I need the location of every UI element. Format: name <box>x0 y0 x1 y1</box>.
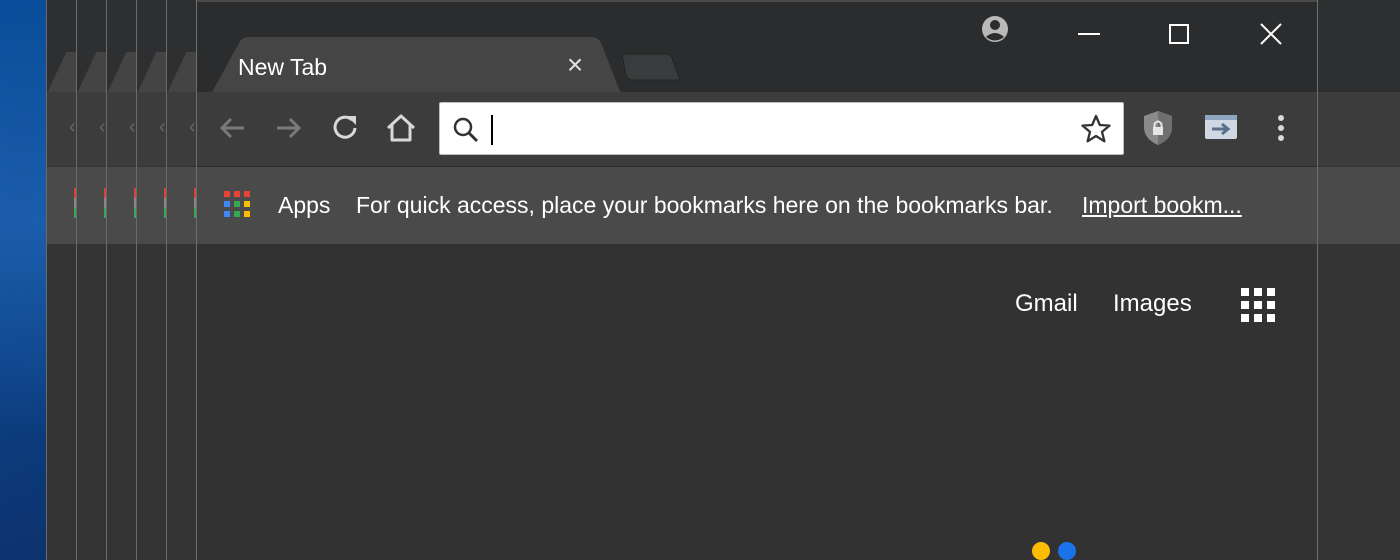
shield-extension-icon[interactable] <box>1139 108 1177 148</box>
bookmarks-bar: Apps For quick access, place your bookma… <box>197 166 1317 244</box>
images-link[interactable]: Images <box>1113 290 1192 318</box>
gmail-link[interactable]: Gmail <box>1015 290 1078 318</box>
forward-arrow-icon[interactable] <box>271 110 307 146</box>
apps-bookmark[interactable]: Apps <box>278 192 330 219</box>
toolbar <box>197 92 1317 166</box>
tab-title: New Tab <box>238 54 328 80</box>
cast-extension-icon[interactable] <box>1203 112 1239 142</box>
google-apps-grid-icon[interactable] <box>1241 288 1275 322</box>
bookmark-star-icon[interactable] <box>1080 113 1112 145</box>
address-input[interactable] <box>490 111 1070 147</box>
minimize-icon[interactable] <box>1069 14 1109 54</box>
import-bookmarks-link[interactable]: Import bookm... <box>1082 192 1242 219</box>
bookmarks-hint: For quick access, place your bookmarks h… <box>356 192 1053 218</box>
profile-icon[interactable] <box>980 14 1010 44</box>
reload-icon[interactable] <box>327 110 363 146</box>
menu-dots-icon[interactable] <box>1263 110 1299 146</box>
new-tab-button[interactable] <box>614 50 684 84</box>
search-icon <box>453 117 479 143</box>
browser-window: New Tab × Apps For quick access, place y… <box>196 0 1318 560</box>
loading-dot-blue <box>1058 542 1076 560</box>
loading-dot-yellow <box>1032 542 1050 560</box>
page-content: Gmail Images <box>197 244 1317 560</box>
maximize-icon[interactable] <box>1159 14 1199 54</box>
apps-grid-icon[interactable] <box>224 191 251 218</box>
tab-close-icon[interactable]: × <box>563 51 587 79</box>
text-caret <box>491 115 493 145</box>
back-arrow-icon[interactable] <box>214 110 250 146</box>
close-icon[interactable] <box>1251 14 1291 54</box>
home-icon[interactable] <box>383 110 419 146</box>
title-bar: New Tab × <box>197 0 1317 94</box>
address-bar[interactable] <box>439 102 1124 155</box>
tab-new-tab[interactable]: New Tab × <box>211 37 621 94</box>
